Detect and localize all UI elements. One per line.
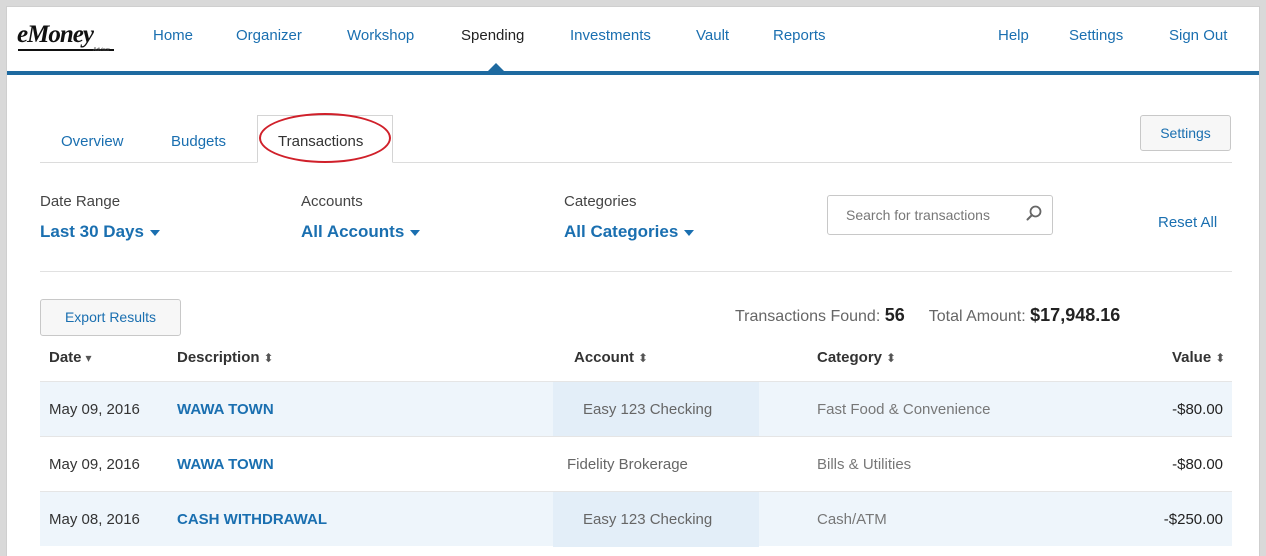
caret-down-icon [410,229,421,236]
nav-investments[interactable]: Investments [570,27,651,44]
accounts-dropdown[interactable]: All Accounts [301,222,421,242]
row-description-link[interactable]: WAWA TOWN [177,401,274,418]
export-results-button[interactable]: Export Results [40,299,181,336]
row-category[interactable]: Cash/ATM [817,511,887,528]
table-row[interactable]: May 09, 2016 WAWA TOWN Fidelity Brokerag… [40,436,1232,491]
table-row[interactable]: May 09, 2016 WAWA TOWN Easy 123 Checking… [40,381,1232,437]
sort-icon: ⬍ [886,351,897,365]
row-description-link[interactable]: CASH WITHDRAWAL [177,511,327,528]
row-value: -$80.00 [1172,456,1223,473]
brand-logo-sub: Advisor [93,47,110,53]
total-amount-label: Total Amount: [928,308,1026,325]
row-account[interactable]: Easy 123 Checking [583,401,712,418]
tab-budgets[interactable]: Budgets [171,133,226,150]
caret-down-icon [684,229,695,236]
row-description-link[interactable]: WAWA TOWN [177,456,274,473]
settings-button[interactable]: Settings [1140,115,1231,151]
caret-down-icon [149,229,160,236]
sort-icon: ⬍ [263,351,274,365]
app-frame: eMoney Advisor Home Organizer Workshop S… [6,6,1260,556]
column-header-date-label: Date [49,349,82,366]
row-category[interactable]: Fast Food & Convenience [817,401,990,418]
row-category[interactable]: Bills & Utilities [817,456,911,473]
nav-spending[interactable]: Spending [461,27,524,44]
column-header-value-label: Value [1172,349,1212,366]
column-header-value[interactable]: Value ⬍ [1172,349,1225,366]
accounts-value: All Accounts [301,222,405,241]
transactions-found-label: Transactions Found: [735,308,881,325]
row-date: May 08, 2016 [49,511,140,528]
date-range-dropdown[interactable]: Last 30 Days [40,222,160,242]
row-account[interactable]: Easy 123 Checking [583,511,712,528]
accounts-label: Accounts [301,193,363,210]
column-header-description-label: Description [177,349,260,366]
transactions-found-count: 56 [884,305,905,325]
filters-divider [40,271,1232,272]
column-header-account-label: Account [574,349,634,366]
column-header-description[interactable]: Description ⬍ [177,349,274,366]
nav-help[interactable]: Help [998,27,1029,44]
brand-logo[interactable]: eMoney [17,21,94,49]
row-date: May 09, 2016 [49,456,140,473]
row-value: -$80.00 [1172,401,1223,418]
column-header-category[interactable]: Category ⬍ [817,349,896,366]
tab-overview[interactable]: Overview [61,133,124,150]
reset-all-link[interactable]: Reset All [1158,214,1217,231]
sort-icon: ⬍ [638,351,649,365]
row-date: May 09, 2016 [49,401,140,418]
search-icon[interactable] [1025,204,1043,222]
nav-workshop[interactable]: Workshop [347,27,414,44]
column-header-category-label: Category [817,349,883,366]
nav-home[interactable]: Home [153,27,193,44]
nav-vault[interactable]: Vault [696,27,729,44]
date-range-label: Date Range [40,193,121,210]
total-amount-value: $17,948.16 [1030,305,1121,325]
row-account[interactable]: Fidelity Brokerage [567,456,688,473]
nav-settings[interactable]: Settings [1069,27,1123,44]
categories-label: Categories [564,193,637,210]
search-input[interactable] [827,195,1053,235]
active-nav-indicator [487,63,505,72]
nav-organizer[interactable]: Organizer [236,27,302,44]
table-row[interactable]: May 08, 2016 CASH WITHDRAWAL Easy 123 Ch… [40,491,1232,547]
categories-dropdown[interactable]: All Categories [564,222,695,242]
sort-desc-icon: ▾ [85,351,92,365]
column-header-date[interactable]: Date ▾ [49,349,92,366]
subtabs-baseline [40,162,1232,163]
top-navigation: eMoney Advisor Home Organizer Workshop S… [7,7,1259,75]
nav-sign-out[interactable]: Sign Out [1169,27,1227,44]
column-header-account[interactable]: Account ⬍ [574,349,648,366]
categories-value: All Categories [564,222,679,241]
nav-reports[interactable]: Reports [773,27,826,44]
sort-icon: ⬍ [1215,351,1226,365]
row-value: -$250.00 [1163,511,1223,528]
highlight-circle [259,113,391,163]
results-summary: Transactions Found: 56 Total Amount: $17,… [735,305,1120,326]
date-range-value: Last 30 Days [40,222,144,241]
